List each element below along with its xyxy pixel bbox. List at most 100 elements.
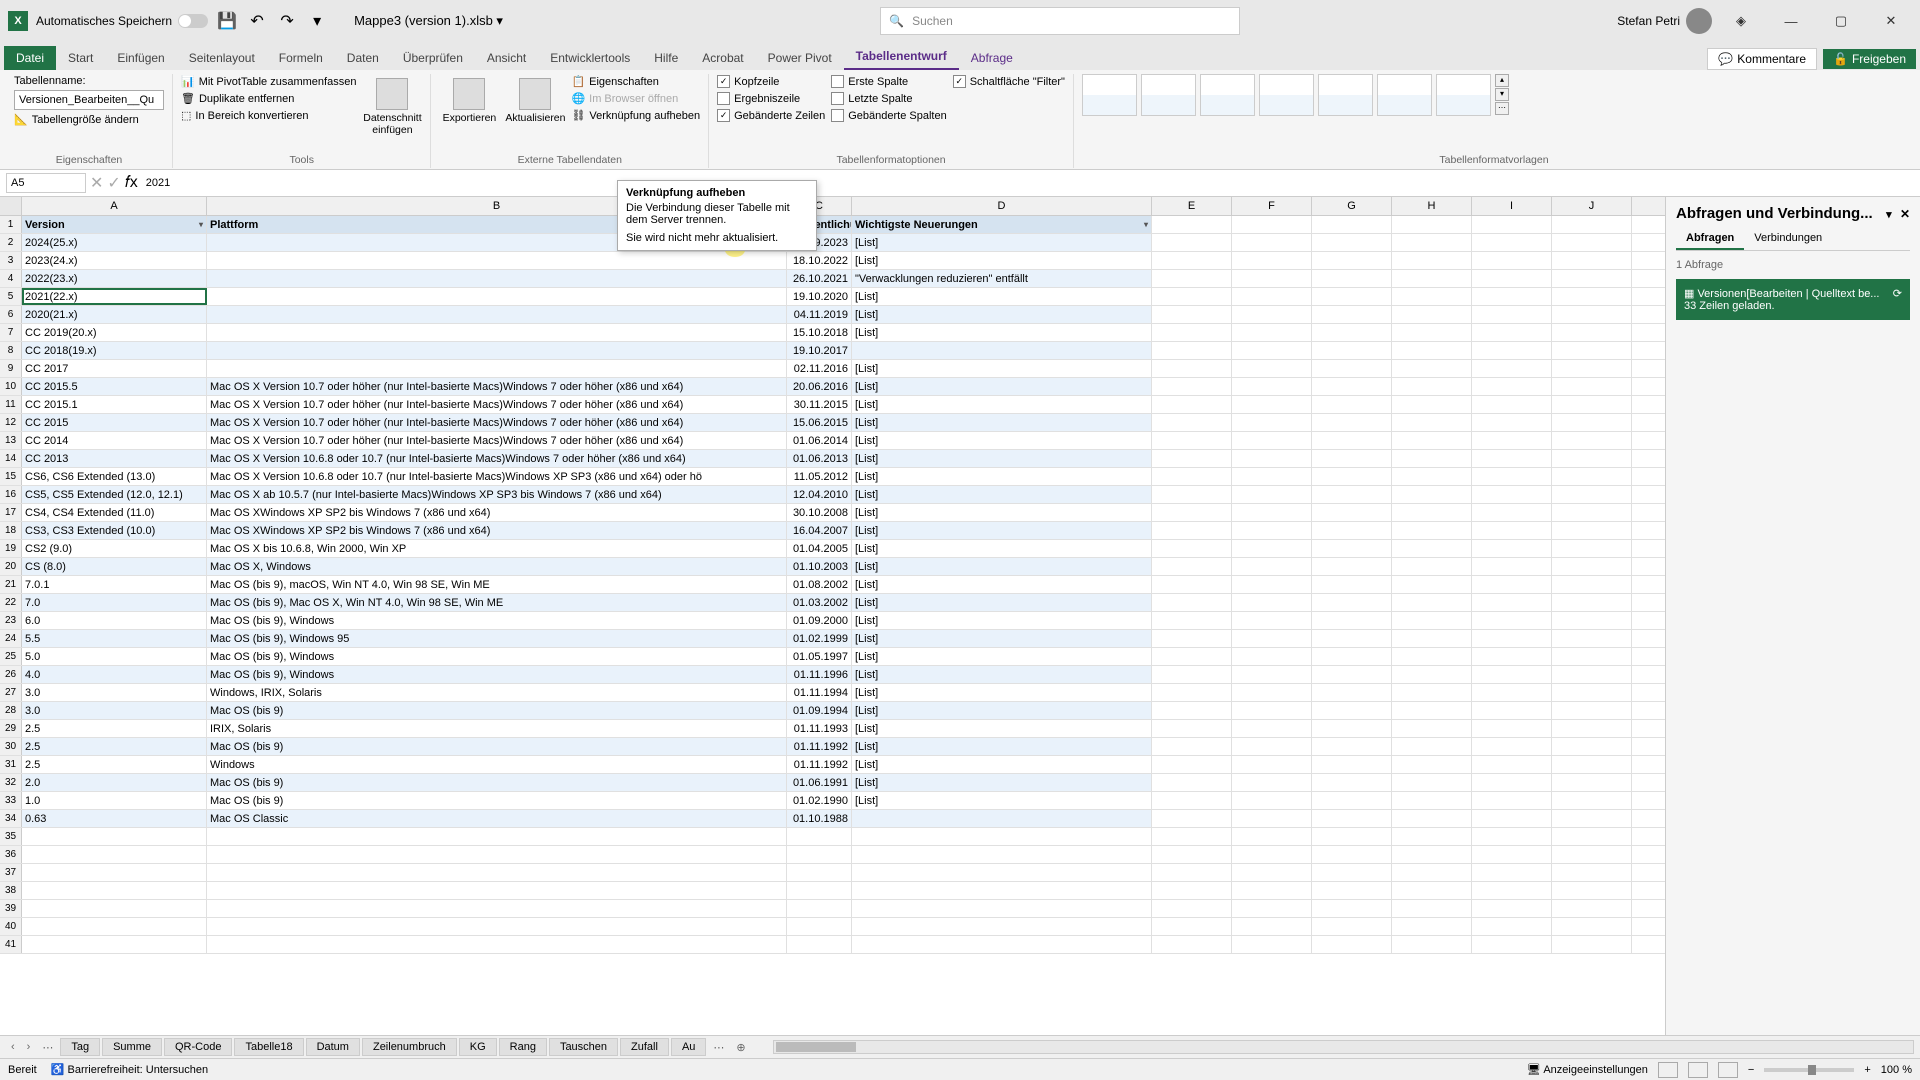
table-row[interactable]: 31 2.5 Windows 01.11.1992 [List]: [0, 756, 1665, 774]
minimize-button[interactable]: —: [1770, 7, 1812, 35]
table-row[interactable]: 33 1.0 Mac OS (bis 9) 01.02.1990 [List]: [0, 792, 1665, 810]
tab-layout[interactable]: Seitenlayout: [177, 46, 267, 70]
tab-review[interactable]: Überprüfen: [391, 46, 475, 70]
view-pagebreak-icon[interactable]: [1718, 1062, 1738, 1078]
table-style[interactable]: [1436, 74, 1491, 116]
table-row[interactable]: 15 CS6, CS6 Extended (13.0) Mac OS X Ver…: [0, 468, 1665, 486]
insert-slicer-button[interactable]: Datenschnitt einfügen: [362, 74, 422, 136]
maximize-button[interactable]: ▢: [1820, 7, 1862, 35]
sheet-next-icon[interactable]: ›: [22, 1041, 36, 1053]
cancel-icon[interactable]: ✕: [90, 173, 103, 193]
gallery-more-icon[interactable]: ⋯: [1495, 102, 1509, 115]
tab-file[interactable]: Datei: [4, 46, 56, 70]
opt-bandedcol[interactable]: Gebänderte Spalten: [831, 108, 946, 123]
table-row[interactable]: 11 CC 2015.1 Mac OS X Version 10.7 oder …: [0, 396, 1665, 414]
sheet-more-icon[interactable]: ⋯: [37, 1041, 58, 1054]
accessibility-status[interactable]: ♿ Barrierefreiheit: Untersuchen: [51, 1063, 208, 1076]
sheet-tab[interactable]: Datum: [306, 1038, 360, 1056]
table-row[interactable]: 6 2020(21.x) 04.11.2019 [List]: [0, 306, 1665, 324]
sheet-prev-icon[interactable]: ‹: [6, 1041, 20, 1053]
share-button[interactable]: 🔓 Freigeben: [1823, 49, 1916, 69]
toggle-icon[interactable]: [178, 14, 208, 28]
properties-button[interactable]: 📋 Eigenschaften: [571, 74, 700, 89]
new-sheet-button[interactable]: ⊕: [731, 1041, 750, 1054]
select-all-button[interactable]: [0, 197, 22, 215]
gallery-up-icon[interactable]: ▴: [1495, 74, 1509, 87]
undo-icon[interactable]: ↶: [246, 10, 268, 32]
comments-button[interactable]: 💬 Kommentare: [1707, 48, 1817, 70]
tab-query[interactable]: Abfrage: [959, 46, 1025, 70]
table-style[interactable]: [1141, 74, 1196, 116]
view-layout-icon[interactable]: [1688, 1062, 1708, 1078]
gallery-down-icon[interactable]: ▾: [1495, 88, 1509, 101]
zoom-out-icon[interactable]: −: [1748, 1064, 1754, 1076]
search-input[interactable]: 🔍 Suchen: [880, 7, 1240, 35]
tab-tabledesign[interactable]: Tabellenentwurf: [844, 44, 959, 70]
zoom-level[interactable]: 100 %: [1881, 1064, 1912, 1076]
table-row[interactable]: 37: [0, 864, 1665, 882]
col-header[interactable]: F: [1232, 197, 1312, 215]
display-settings[interactable]: 🖥 Anzeigeeinstellungen: [1527, 1063, 1648, 1076]
resize-table-button[interactable]: 📐 Tabellengröße ändern: [14, 112, 164, 127]
table-header[interactable]: Version▾: [22, 216, 207, 233]
opt-header[interactable]: Kopfzeile: [717, 74, 825, 89]
remove-duplicates-button[interactable]: 🗑 Duplikate entfernen: [181, 91, 356, 106]
horizontal-scrollbar[interactable]: [773, 1040, 1914, 1054]
sheet-tab[interactable]: Rang: [499, 1038, 547, 1056]
formula-input[interactable]: 2021: [142, 173, 1914, 193]
opt-banded[interactable]: Gebänderte Zeilen: [717, 108, 825, 123]
tab-formulas[interactable]: Formeln: [267, 46, 335, 70]
zoom-slider[interactable]: [1764, 1068, 1854, 1072]
table-row[interactable]: 22 7.0 Mac OS (bis 9), Mac OS X, Win NT …: [0, 594, 1665, 612]
table-row[interactable]: 39: [0, 900, 1665, 918]
table-row[interactable]: 41: [0, 936, 1665, 954]
sheet-tab[interactable]: Tauschen: [549, 1038, 618, 1056]
table-style[interactable]: [1200, 74, 1255, 116]
table-row[interactable]: 34 0.63 Mac OS Classic 01.10.1988: [0, 810, 1665, 828]
tab-insert[interactable]: Einfügen: [105, 46, 176, 70]
table-row[interactable]: 35: [0, 828, 1665, 846]
col-header[interactable]: A: [22, 197, 207, 215]
table-row[interactable]: 9 CC 2017 02.11.2016 [List]: [0, 360, 1665, 378]
table-row[interactable]: 29 2.5 IRIX, Solaris 01.11.1993 [List]: [0, 720, 1665, 738]
sheet-tab[interactable]: QR-Code: [164, 1038, 232, 1056]
save-icon[interactable]: 💾: [216, 10, 238, 32]
tab-powerpivot[interactable]: Power Pivot: [756, 46, 844, 70]
sheet-tab[interactable]: Summe: [102, 1038, 162, 1056]
tab-acrobat[interactable]: Acrobat: [690, 46, 755, 70]
user-account[interactable]: Stefan Petri: [1617, 8, 1712, 34]
tablename-input[interactable]: [14, 90, 164, 110]
filename[interactable]: Mappe3 (version 1).xlsb ▾: [354, 13, 503, 29]
sheet-tab[interactable]: KG: [459, 1038, 497, 1056]
summarize-pivot-button[interactable]: 📊 Mit PivotTable zusammenfassen: [181, 74, 356, 89]
table-row[interactable]: 24 5.5 Mac OS (bis 9), Windows 95 01.02.…: [0, 630, 1665, 648]
diamond-icon[interactable]: ◈: [1720, 7, 1762, 35]
col-header[interactable]: E: [1152, 197, 1232, 215]
table-row[interactable]: 23 6.0 Mac OS (bis 9), Windows 01.09.200…: [0, 612, 1665, 630]
table-row[interactable]: 25 5.0 Mac OS (bis 9), Windows 01.05.199…: [0, 648, 1665, 666]
sheet-tab[interactable]: Zeilenumbruch: [362, 1038, 457, 1056]
tab-start[interactable]: Start: [56, 46, 105, 70]
col-header[interactable]: G: [1312, 197, 1392, 215]
opt-filter[interactable]: Schaltfläche "Filter": [953, 74, 1065, 89]
convert-range-button[interactable]: ⬚ In Bereich konvertieren: [181, 108, 356, 123]
sheet-tab[interactable]: Tag: [60, 1038, 100, 1056]
sheet-tab[interactable]: Zufall: [620, 1038, 669, 1056]
sheet-tab[interactable]: Au: [671, 1038, 706, 1056]
table-header[interactable]: Wichtigste Neuerungen▾: [852, 216, 1152, 233]
pane-dropdown-icon[interactable]: ▾: [1886, 209, 1892, 221]
table-row[interactable]: 36: [0, 846, 1665, 864]
opt-lastcol[interactable]: Letzte Spalte: [831, 91, 946, 106]
refresh-button[interactable]: Aktualisieren: [505, 74, 565, 124]
table-row[interactable]: 38: [0, 882, 1665, 900]
table-row[interactable]: 21 7.0.1 Mac OS (bis 9), macOS, Win NT 4…: [0, 576, 1665, 594]
table-row[interactable]: 30 2.5 Mac OS (bis 9) 01.11.1992 [List]: [0, 738, 1665, 756]
table-row[interactable]: 4 2022(23.x) 26.10.2021 "Verwacklungen r…: [0, 270, 1665, 288]
table-row[interactable]: 2 2024(25.x) 13.09.2023 [List]: [0, 234, 1665, 252]
table-row[interactable]: 17 CS4, CS4 Extended (11.0) Mac OS XWind…: [0, 504, 1665, 522]
redo-icon[interactable]: ↷: [276, 10, 298, 32]
qat-more-icon[interactable]: ▾: [306, 10, 328, 32]
style-gallery[interactable]: ▴ ▾ ⋯: [1082, 74, 1509, 116]
table-style[interactable]: [1377, 74, 1432, 116]
table-row[interactable]: 7 CC 2019(20.x) 15.10.2018 [List]: [0, 324, 1665, 342]
